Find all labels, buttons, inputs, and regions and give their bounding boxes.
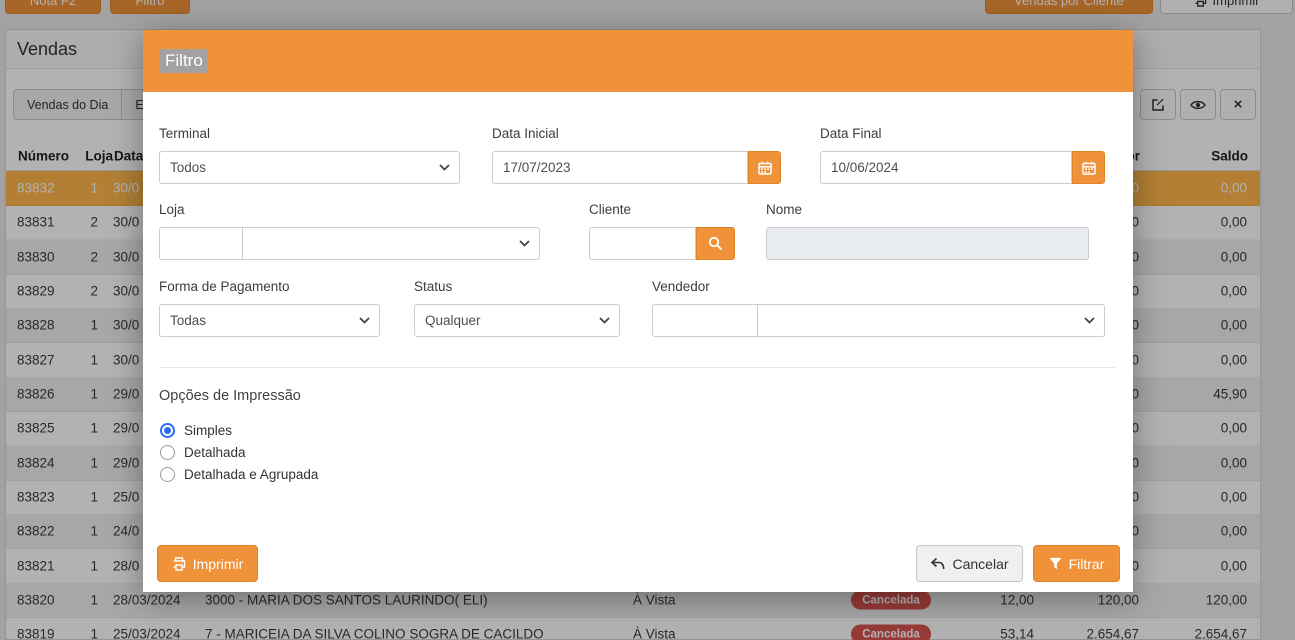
radio-detalhada-agrupada-icon — [160, 467, 175, 482]
chevron-down-icon — [599, 317, 610, 324]
terminal-select[interactable]: Todos — [159, 151, 460, 184]
imprimir-button[interactable]: Imprimir — [157, 545, 258, 582]
chevron-down-icon — [359, 317, 370, 324]
printer-icon — [172, 557, 186, 571]
data-final-calendar-button[interactable] — [1072, 151, 1105, 184]
status-select[interactable]: Qualquer — [414, 304, 620, 337]
section-divider — [159, 367, 1115, 368]
cliente-input[interactable] — [589, 227, 696, 260]
radio-detalhada[interactable]: Detalhada — [160, 444, 246, 461]
terminal-label: Terminal — [159, 126, 210, 141]
cancelar-button[interactable]: Cancelar — [916, 545, 1023, 582]
radio-detalhada-agrupada[interactable]: Detalhada e Agrupada — [160, 466, 318, 483]
modal-header: Filtro — [143, 30, 1133, 92]
vendedor-label: Vendedor — [652, 279, 710, 294]
filtrar-label: Filtrar — [1069, 556, 1105, 572]
nome-label: Nome — [766, 202, 802, 217]
radio-detalhada-agrupada-label: Detalhada e Agrupada — [184, 467, 318, 482]
calendar-icon — [758, 161, 772, 175]
terminal-value: Todos — [170, 160, 206, 175]
radio-simples[interactable]: Simples — [160, 422, 232, 439]
loja-select[interactable] — [242, 227, 540, 260]
chevron-down-icon — [439, 164, 450, 171]
data-inicial-calendar-button[interactable] — [748, 151, 781, 184]
radio-detalhada-label: Detalhada — [184, 445, 246, 460]
imprimir-label: Imprimir — [193, 556, 244, 572]
data-inicial-label: Data Inicial — [492, 126, 559, 141]
data-final-label: Data Final — [820, 126, 882, 141]
cliente-label: Cliente — [589, 202, 631, 217]
chevron-down-icon — [519, 240, 530, 247]
forma-pagamento-select[interactable]: Todas — [159, 304, 380, 337]
chevron-down-icon — [1084, 317, 1095, 324]
search-icon — [708, 236, 723, 251]
nome-input — [766, 227, 1089, 260]
cliente-search-button[interactable] — [696, 227, 735, 260]
radio-simples-label: Simples — [184, 423, 232, 438]
status-label: Status — [414, 279, 452, 294]
loja-code-input[interactable] — [159, 227, 243, 260]
cancelar-label: Cancelar — [952, 556, 1008, 572]
forma-pagamento-label: Forma de Pagamento — [159, 279, 290, 294]
radio-detalhada-icon — [160, 445, 175, 460]
modal-title: Filtro — [160, 49, 208, 73]
print-options-label: Opções de Impressão — [159, 388, 301, 404]
vendedor-select[interactable] — [757, 304, 1105, 337]
data-final-input[interactable] — [820, 151, 1072, 184]
filtro-modal: Filtro Terminal Data Inicial Data Final … — [143, 30, 1133, 592]
loja-label: Loja — [159, 202, 185, 217]
filtrar-button[interactable]: Filtrar — [1033, 545, 1120, 582]
data-inicial-input[interactable] — [492, 151, 748, 184]
radio-simples-icon — [160, 423, 175, 438]
undo-icon — [930, 557, 945, 571]
calendar-icon — [1082, 161, 1096, 175]
status-value: Qualquer — [425, 313, 481, 328]
forma-pagamento-value: Todas — [170, 313, 206, 328]
vendedor-code-input[interactable] — [652, 304, 758, 337]
filter-icon — [1049, 557, 1062, 570]
